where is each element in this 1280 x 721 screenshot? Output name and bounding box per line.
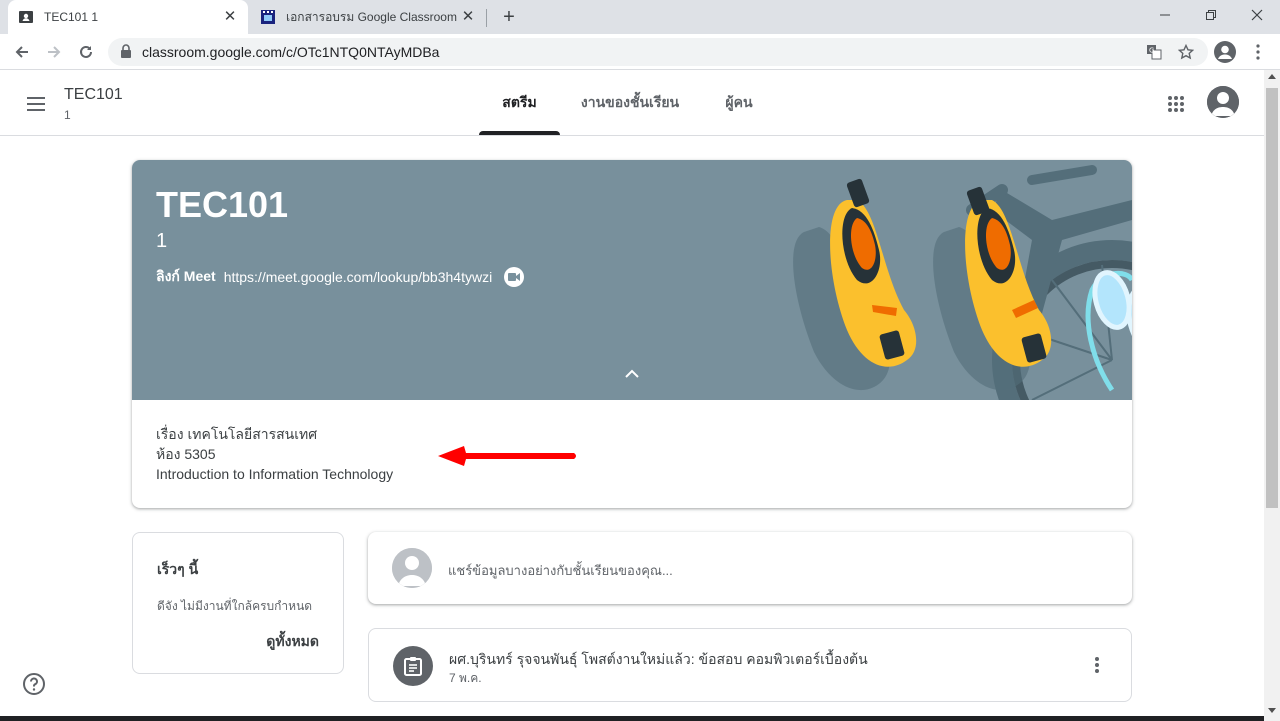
address-bar[interactable]: classroom.google.com/c/OTc1NTQ0NTAyMDBa (108, 38, 1208, 66)
share-box[interactable]: แชร์ข้อมูลบางอย่างกับชั้นเรียนของคุณ... (368, 532, 1132, 604)
forward-arrow-icon (48, 46, 61, 58)
post-date: 7 พ.ค. (449, 671, 482, 685)
minimize-button[interactable] (1142, 0, 1188, 30)
tab-people[interactable]: ผู้คน (712, 70, 766, 135)
tab-title: เอกสารอบรม Google Classroom (286, 9, 457, 24)
user-avatar-icon (1207, 86, 1239, 118)
sports-illustration (793, 165, 1132, 400)
restore-button[interactable] (1188, 0, 1234, 30)
profile-button[interactable] (1211, 38, 1239, 66)
description-room: ห้อง 5305 (156, 446, 216, 462)
google-apps-button[interactable] (1162, 90, 1190, 118)
apps-grid-icon (1168, 96, 1184, 112)
active-tab-indicator (479, 131, 560, 135)
course-section: 1 (64, 108, 71, 122)
scroll-down-arrow-icon[interactable] (1268, 708, 1276, 713)
banner-course-section: 1 (156, 230, 168, 252)
bottom-edge (0, 716, 1264, 721)
bookmark-star-button[interactable] (1172, 38, 1200, 66)
red-arrow-annotation (438, 446, 576, 466)
browser-tab-active[interactable]: TEC101 1 ✕ (8, 0, 248, 34)
scrollbar-thumb[interactable] (1266, 88, 1278, 508)
back-button[interactable] (8, 38, 36, 66)
tab-classwork-label: งานของชั้นเรียน (580, 93, 680, 110)
course-description: เรื่อง เทคโนโลยีสารสนเทศ ห้อง 5305 Intro… (156, 424, 393, 484)
assignment-icon (393, 646, 433, 686)
film-favicon-icon (260, 9, 276, 25)
upcoming-message: ดีจัง ไม่มีงานที่ใกล้ครบกำหนด (157, 599, 313, 613)
description-subject: เรื่อง เทคโนโลยีสารสนเทศ (156, 426, 318, 442)
meet-label: ลิงก์ Meet (156, 268, 216, 284)
close-tab-icon[interactable]: ✕ (460, 9, 476, 25)
meet-link[interactable]: https://meet.google.com/lookup/bb3h4tywz… (224, 269, 493, 285)
lock-icon (120, 43, 132, 61)
url-text: classroom.google.com/c/OTc1NTQ0NTAyMDBa (142, 44, 440, 60)
meet-link-row: ลิงก์ Meet https://meet.google.com/looku… (156, 266, 525, 288)
main-menu-button[interactable] (22, 90, 50, 118)
new-tab-button[interactable]: + (498, 6, 520, 28)
tab-stream-label: สตรีม (502, 93, 537, 110)
browser-menu-button[interactable] (1244, 38, 1272, 66)
back-arrow-icon (15, 46, 28, 58)
upcoming-title: เร็วๆ นี้ (157, 561, 199, 577)
account-avatar[interactable] (1207, 86, 1239, 118)
browser-tab-inactive[interactable]: เอกสารอบรม Google Classroom ✕ (250, 0, 486, 34)
classroom-favicon-icon (18, 9, 34, 25)
star-icon (1178, 44, 1194, 60)
video-camera-icon[interactable] (504, 267, 525, 287)
course-banner: TEC101 1 ลิงก์ Meet https://meet.google.… (132, 160, 1132, 400)
more-vert-icon (1256, 44, 1260, 60)
browser-tab-strip: TEC101 1 ✕ เอกสารอบรม Google Classroom ✕… (0, 0, 1280, 34)
scroll-up-arrow-icon[interactable] (1268, 74, 1276, 79)
view-all-link[interactable]: ดูทั้งหมด (266, 631, 319, 653)
forward-button[interactable] (40, 38, 68, 66)
tab-divider (486, 9, 487, 27)
svg-text:G: G (1149, 47, 1154, 55)
reload-icon (80, 45, 92, 58)
tab-classwork[interactable]: งานของชั้นเรียน (572, 70, 688, 135)
close-tab-icon[interactable]: ✕ (222, 9, 238, 25)
user-avatar-icon (392, 548, 432, 588)
help-icon[interactable] (22, 672, 46, 696)
user-avatar (392, 548, 432, 588)
course-name[interactable]: TEC101 (64, 86, 123, 104)
post-options-button[interactable] (1085, 653, 1109, 677)
banner-course-title: TEC101 (156, 184, 289, 225)
close-window-button[interactable] (1234, 0, 1280, 30)
description-title: Introduction to Information Technology (156, 466, 394, 482)
translate-button[interactable]: G (1140, 38, 1168, 66)
classroom-header: TEC101 1 สตรีม งานของชั้นเรียน ผู้คน (0, 70, 1264, 136)
course-banner-card: TEC101 1 ลิงก์ Meet https://meet.google.… (132, 160, 1132, 508)
translate-icon: G (1147, 45, 1162, 60)
tab-title: TEC101 1 (44, 10, 99, 24)
hamburger-menu-icon (27, 97, 45, 111)
chevron-up-icon[interactable] (622, 366, 642, 380)
share-placeholder[interactable]: แชร์ข้อมูลบางอย่างกับชั้นเรียนของคุณ... (448, 560, 673, 581)
browser-toolbar: classroom.google.com/c/OTc1NTQ0NTAyMDBa … (0, 34, 1280, 70)
stream-post[interactable]: ผศ.บุรินทร์ รุจจนพันธุ์ โพสต์งานใหม่แล้ว… (368, 628, 1132, 702)
profile-avatar-icon (1214, 41, 1236, 63)
tab-people-label: ผู้คน (725, 93, 753, 110)
upcoming-card: เร็วๆ นี้ ดีจัง ไม่มีงานที่ใกล้ครบกำหนด … (132, 532, 344, 674)
reload-button[interactable] (72, 38, 100, 66)
tab-stream[interactable]: สตรีม (479, 70, 560, 135)
left-shoe-illustration (793, 178, 917, 391)
post-title[interactable]: ผศ.บุรินทร์ รุจจนพันธุ์ โพสต์งานใหม่แล้ว… (449, 649, 868, 671)
more-vert-icon (1095, 657, 1099, 673)
